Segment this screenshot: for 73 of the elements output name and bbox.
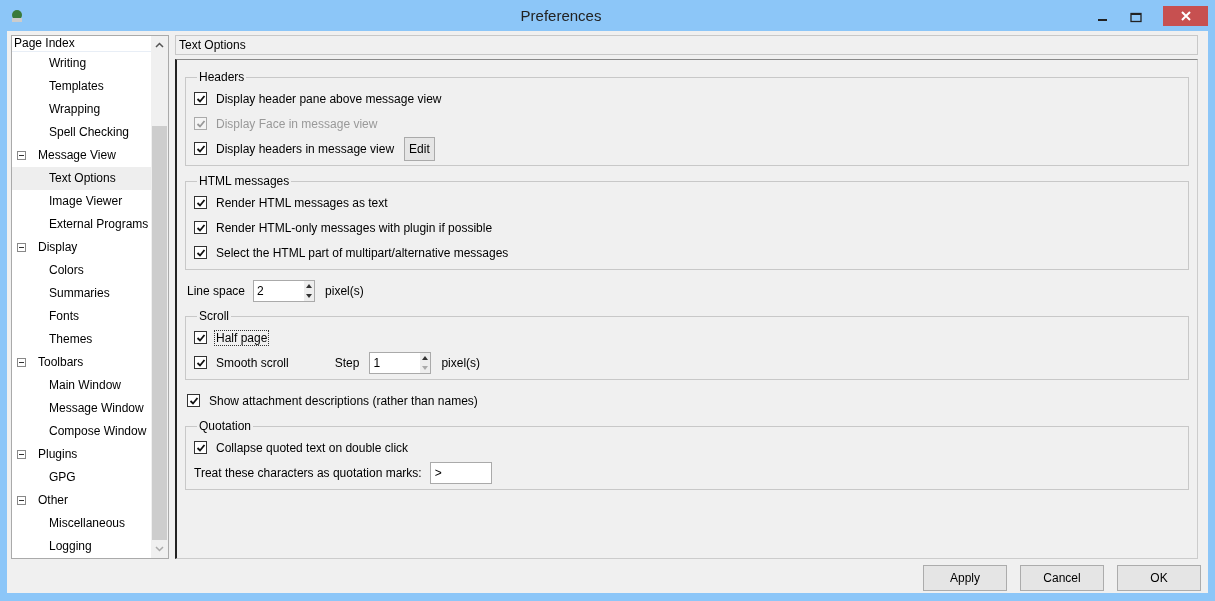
checkbox-label[interactable]: Smooth scroll [214, 354, 291, 371]
tree-item[interactable]: Writing [12, 52, 151, 75]
collapse-icon[interactable] [17, 450, 26, 459]
tree-header: Page Index [14, 36, 75, 50]
checkbox-label[interactable]: Display headers in message view [214, 140, 397, 157]
tree-item[interactable]: Templates [12, 75, 151, 98]
page-title: Text Options [175, 35, 1198, 55]
tree-item[interactable]: Text Options [12, 167, 151, 190]
tree-item[interactable]: Main Window [12, 374, 151, 397]
group-title: Scroll [198, 309, 230, 323]
dialog-button[interactable]: Cancel [1020, 565, 1104, 591]
spin-up-icon[interactable] [306, 283, 313, 288]
collapse-icon[interactable] [17, 358, 26, 367]
tree-item[interactable]: Image Viewer [12, 190, 151, 213]
checkbox-label[interactable]: Render HTML messages as text [214, 194, 390, 211]
group-title: Quotation [198, 419, 253, 433]
dialog-button[interactable]: OK [1117, 565, 1201, 591]
tree-item[interactable]: Themes [12, 328, 151, 351]
tree-item[interactable]: Wrapping [12, 98, 151, 121]
checkbox-label[interactable]: Select the HTML part of multipart/alternative messages [214, 244, 511, 261]
tree-item[interactable]: Message Window [12, 397, 151, 420]
spin-down-icon[interactable] [306, 293, 313, 298]
dialog-button[interactable]: Apply [923, 565, 1007, 591]
edit-button[interactable]: Edit [404, 136, 435, 161]
close-button[interactable] [1163, 6, 1208, 26]
tree-item[interactable]: Spell Checking [12, 121, 151, 144]
spin-field[interactable]: 1 [369, 351, 432, 374]
checkbox[interactable] [194, 356, 207, 369]
checkbox[interactable] [194, 196, 207, 209]
tree-item[interactable]: Summaries [12, 282, 151, 305]
tree-item[interactable]: Other [12, 489, 151, 512]
collapse-icon[interactable] [17, 243, 26, 252]
tree-item[interactable]: Colors [12, 259, 151, 282]
checkbox[interactable] [187, 394, 200, 407]
tree-item[interactable]: Logging [12, 535, 151, 558]
checkbox[interactable] [194, 142, 207, 155]
scrollbar[interactable] [151, 36, 168, 558]
collapse-icon[interactable] [17, 151, 26, 160]
spin-up-icon[interactable] [422, 355, 429, 360]
tree-item[interactable]: External Programs [12, 213, 151, 236]
group-title: HTML messages [198, 174, 291, 188]
checkbox[interactable] [194, 246, 207, 259]
collapse-icon[interactable] [17, 496, 26, 505]
checkbox[interactable] [194, 92, 207, 105]
step-label: Step [334, 355, 360, 370]
spin-field[interactable]: 2 [253, 279, 316, 302]
group-title: Headers [198, 70, 246, 84]
tree-item[interactable]: GPG [12, 466, 151, 489]
tree-item[interactable]: Compose Window [12, 420, 151, 443]
tree-item[interactable]: Miscellaneous [12, 512, 151, 535]
maximize-icon[interactable] [1130, 11, 1142, 24]
close-icon[interactable] [1180, 11, 1191, 21]
tree-item[interactable]: Toolbars [12, 351, 151, 374]
checkbox[interactable] [194, 221, 207, 234]
checkbox-label[interactable]: Half page [214, 329, 270, 346]
tree-item[interactable]: Display [12, 236, 151, 259]
quotation-marks-field[interactable]: > [429, 461, 492, 484]
unit-label: pixel(s) [441, 355, 481, 370]
tree-item[interactable]: Plugins [12, 443, 151, 466]
scroll-up-icon[interactable] [155, 42, 164, 48]
checkbox-label[interactable]: Collapse quoted text on double click [214, 439, 411, 456]
checkbox-label[interactable]: Display header pane above message view [214, 90, 444, 107]
checkbox[interactable] [194, 331, 207, 344]
tree-item[interactable]: Message View [12, 144, 151, 167]
app-icon [9, 7, 25, 24]
tree-item[interactable]: Fonts [12, 305, 151, 328]
checkbox[interactable] [194, 441, 207, 454]
checkbox-label[interactable]: Show attachment descriptions (rather than names) [207, 392, 480, 409]
checkbox-label[interactable]: Render HTML-only messages with plugin if possible [214, 219, 495, 236]
window-title: Preferences [519, 7, 603, 24]
line-space-label: Line space [187, 283, 246, 298]
unit-label: pixel(s) [325, 283, 364, 298]
field-label: Treat these characters as quotation marks: [194, 465, 422, 480]
